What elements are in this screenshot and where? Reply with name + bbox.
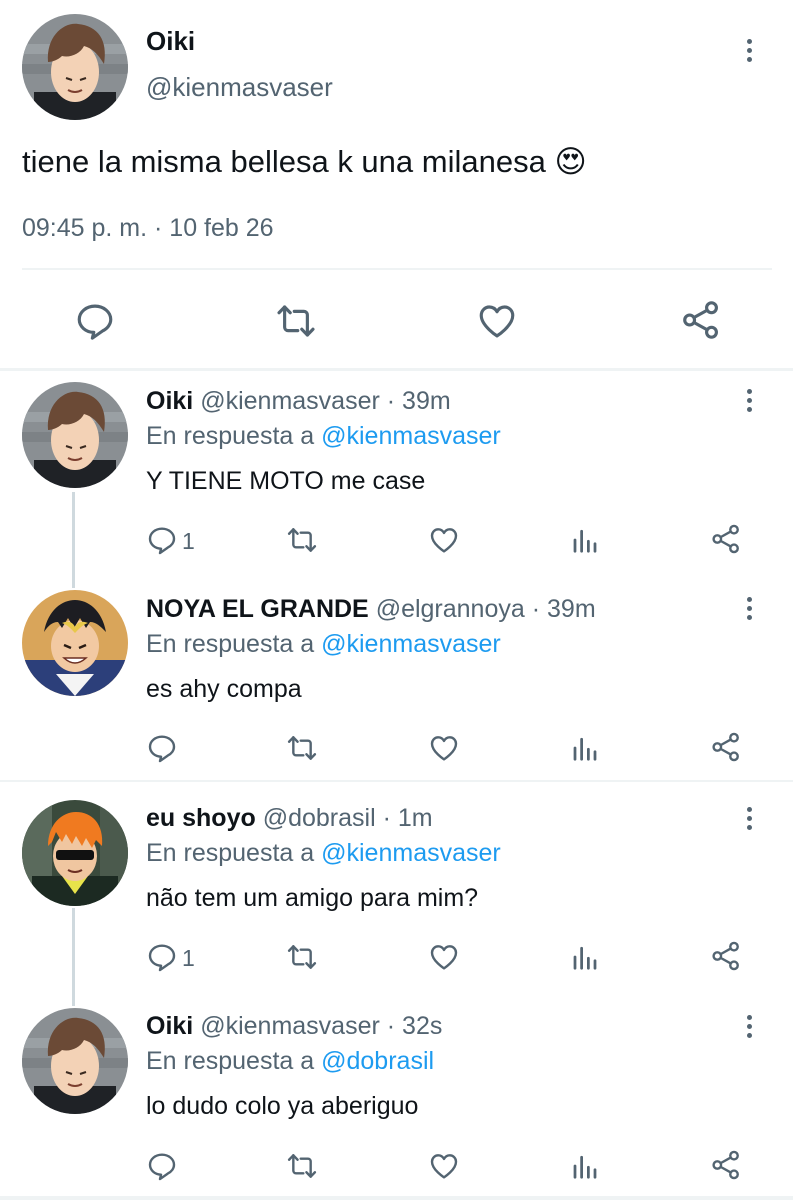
- thread-line: [72, 908, 75, 1006]
- reply-context-mention[interactable]: @kienmasvaser: [321, 839, 501, 867]
- reply-header: NOYA EL GRANDE @elgrannoya · 39m: [146, 595, 596, 624]
- tweet-text: tiene la misma bellesa k una milanesa: [22, 144, 546, 179]
- reply-text: Y TIENE MOTO me case: [146, 467, 426, 495]
- reply-handle[interactable]: @kienmasvaser: [200, 387, 380, 415]
- reply-context-prefix: En respuesta a: [146, 422, 315, 450]
- views-icon[interactable]: [570, 732, 600, 764]
- reply-icon[interactable]: [146, 524, 178, 556]
- retweet-icon[interactable]: [285, 1150, 319, 1182]
- like-icon[interactable]: [428, 941, 460, 973]
- reply-text: lo dudo colo ya aberiguo: [146, 1092, 419, 1120]
- tweet-timestamp[interactable]: 09:45 p. m. · 10 feb 26: [22, 214, 274, 243]
- reply-name[interactable]: NOYA EL GRANDE: [146, 595, 369, 623]
- reply-context-prefix: En respuesta a: [146, 630, 315, 658]
- reply-name[interactable]: Oiki: [146, 387, 193, 415]
- reply-count: 1: [182, 528, 195, 554]
- reply-header: eu shoyo @dobrasil · 1m: [146, 804, 433, 833]
- share-icon[interactable]: [710, 522, 742, 556]
- reply-text: es ahy compa: [146, 675, 302, 703]
- avatar[interactable]: [22, 590, 128, 696]
- reply-time[interactable]: · 32s: [387, 1012, 443, 1040]
- reply-icon[interactable]: [146, 1150, 178, 1182]
- reply-context-prefix: En respuesta a: [146, 1047, 315, 1075]
- views-icon[interactable]: [570, 1150, 600, 1182]
- views-icon[interactable]: [570, 941, 600, 973]
- like-icon[interactable]: [428, 1150, 460, 1182]
- author-name[interactable]: Oiki: [146, 26, 195, 57]
- share-icon[interactable]: [710, 1148, 742, 1182]
- reply-handle[interactable]: @elgrannoya: [376, 595, 525, 623]
- reply-header: Oiki @kienmasvaser · 32s: [146, 1012, 442, 1041]
- avatar[interactable]: [22, 800, 128, 906]
- reply-time[interactable]: · 1m: [383, 804, 433, 832]
- reply-time[interactable]: · 39m: [532, 595, 596, 623]
- reply-context-mention[interactable]: @kienmasvaser: [321, 422, 501, 450]
- more-icon[interactable]: [738, 36, 762, 66]
- more-icon[interactable]: [738, 804, 762, 834]
- retweet-icon[interactable]: [285, 524, 319, 556]
- reply-name[interactable]: Oiki: [146, 1012, 193, 1040]
- share-icon[interactable]: [710, 939, 742, 973]
- reply-icon[interactable]: [74, 300, 116, 342]
- reply-text: não tem um amigo para mim?: [146, 884, 479, 912]
- retweet-icon[interactable]: [285, 941, 319, 973]
- reply-name[interactable]: eu shoyo: [146, 804, 256, 832]
- reply-time[interactable]: · 39m: [387, 387, 451, 415]
- avatar[interactable]: [22, 1008, 128, 1114]
- retweet-icon[interactable]: [285, 732, 319, 764]
- reply-handle[interactable]: @dobrasil: [263, 804, 376, 832]
- reply-count: 1: [182, 945, 195, 971]
- avatar[interactable]: [22, 14, 128, 120]
- reply-context: En respuesta a @kienmasvaser: [146, 422, 501, 451]
- more-icon[interactable]: [738, 1012, 762, 1042]
- reply-handle[interactable]: @kienmasvaser: [200, 1012, 380, 1040]
- reply-context: En respuesta a @kienmasvaser: [146, 839, 501, 868]
- retweet-icon[interactable]: [274, 300, 318, 342]
- reply-header: Oiki @kienmasvaser · 39m: [146, 387, 451, 416]
- thread-line: [72, 492, 75, 588]
- reply-context: En respuesta a @dobrasil: [146, 1047, 434, 1076]
- more-icon[interactable]: [738, 386, 762, 416]
- reply-context: En respuesta a @kienmasvaser: [146, 630, 501, 659]
- heart-eyes-emoji: 😍: [554, 144, 587, 180]
- section-divider: [0, 1196, 793, 1200]
- like-icon[interactable]: [428, 524, 460, 556]
- like-icon[interactable]: [476, 300, 518, 342]
- reply-icon[interactable]: [146, 732, 178, 764]
- section-divider: [0, 780, 793, 782]
- share-icon[interactable]: [710, 730, 742, 764]
- author-handle[interactable]: @kienmasvaser: [146, 72, 333, 103]
- more-icon[interactable]: [738, 594, 762, 624]
- divider: [22, 268, 772, 270]
- avatar[interactable]: [22, 382, 128, 488]
- tweet-text-row: tiene la misma bellesa k una milanesa 😍: [22, 144, 587, 180]
- reply-context-mention[interactable]: @dobrasil: [321, 1047, 434, 1075]
- reply-context-mention[interactable]: @kienmasvaser: [321, 630, 501, 658]
- reply-context-prefix: En respuesta a: [146, 839, 315, 867]
- section-divider: [0, 368, 793, 371]
- reply-icon[interactable]: [146, 941, 178, 973]
- views-icon[interactable]: [570, 524, 600, 556]
- like-icon[interactable]: [428, 732, 460, 764]
- share-icon[interactable]: [680, 298, 722, 342]
